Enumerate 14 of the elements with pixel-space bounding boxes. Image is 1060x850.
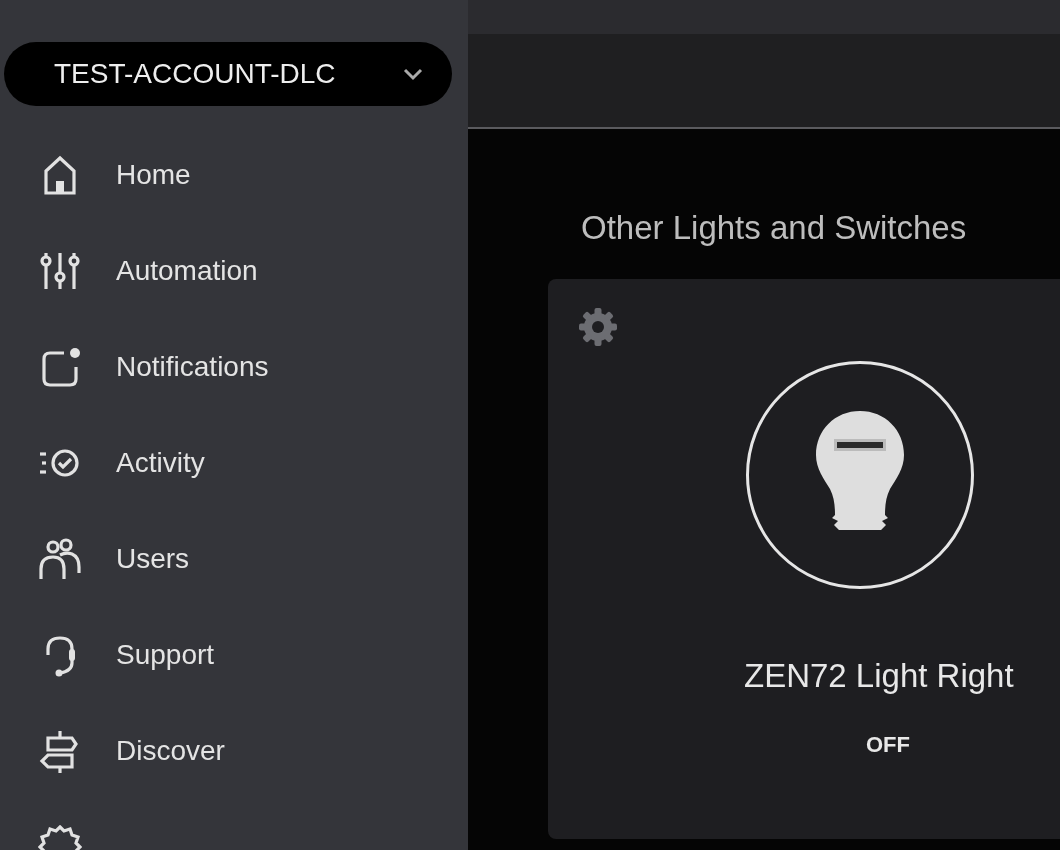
sidebar-item[interactable]: Notifications [0, 346, 468, 388]
sidebar-item[interactable]: Home [0, 154, 468, 196]
sidebar-item[interactable]: Discover [0, 730, 468, 772]
sidebar-item[interactable]: Automation [0, 250, 468, 292]
device-name: ZEN72 Light Right [744, 655, 1014, 696]
sidebar-item[interactable]: Activity [0, 442, 468, 484]
light-toggle[interactable] [746, 360, 974, 589]
account-dropdown[interactable]: TEST-ACCOUNT-DLC [4, 42, 452, 106]
sidebar-item[interactable]: Users [0, 538, 468, 580]
device-status: OFF [866, 731, 910, 759]
users-icon [38, 537, 82, 581]
chevron-down-icon [402, 67, 424, 81]
sidebar-item[interactable]: Support [0, 634, 468, 676]
section-title: Other Lights and Switches [581, 208, 968, 248]
